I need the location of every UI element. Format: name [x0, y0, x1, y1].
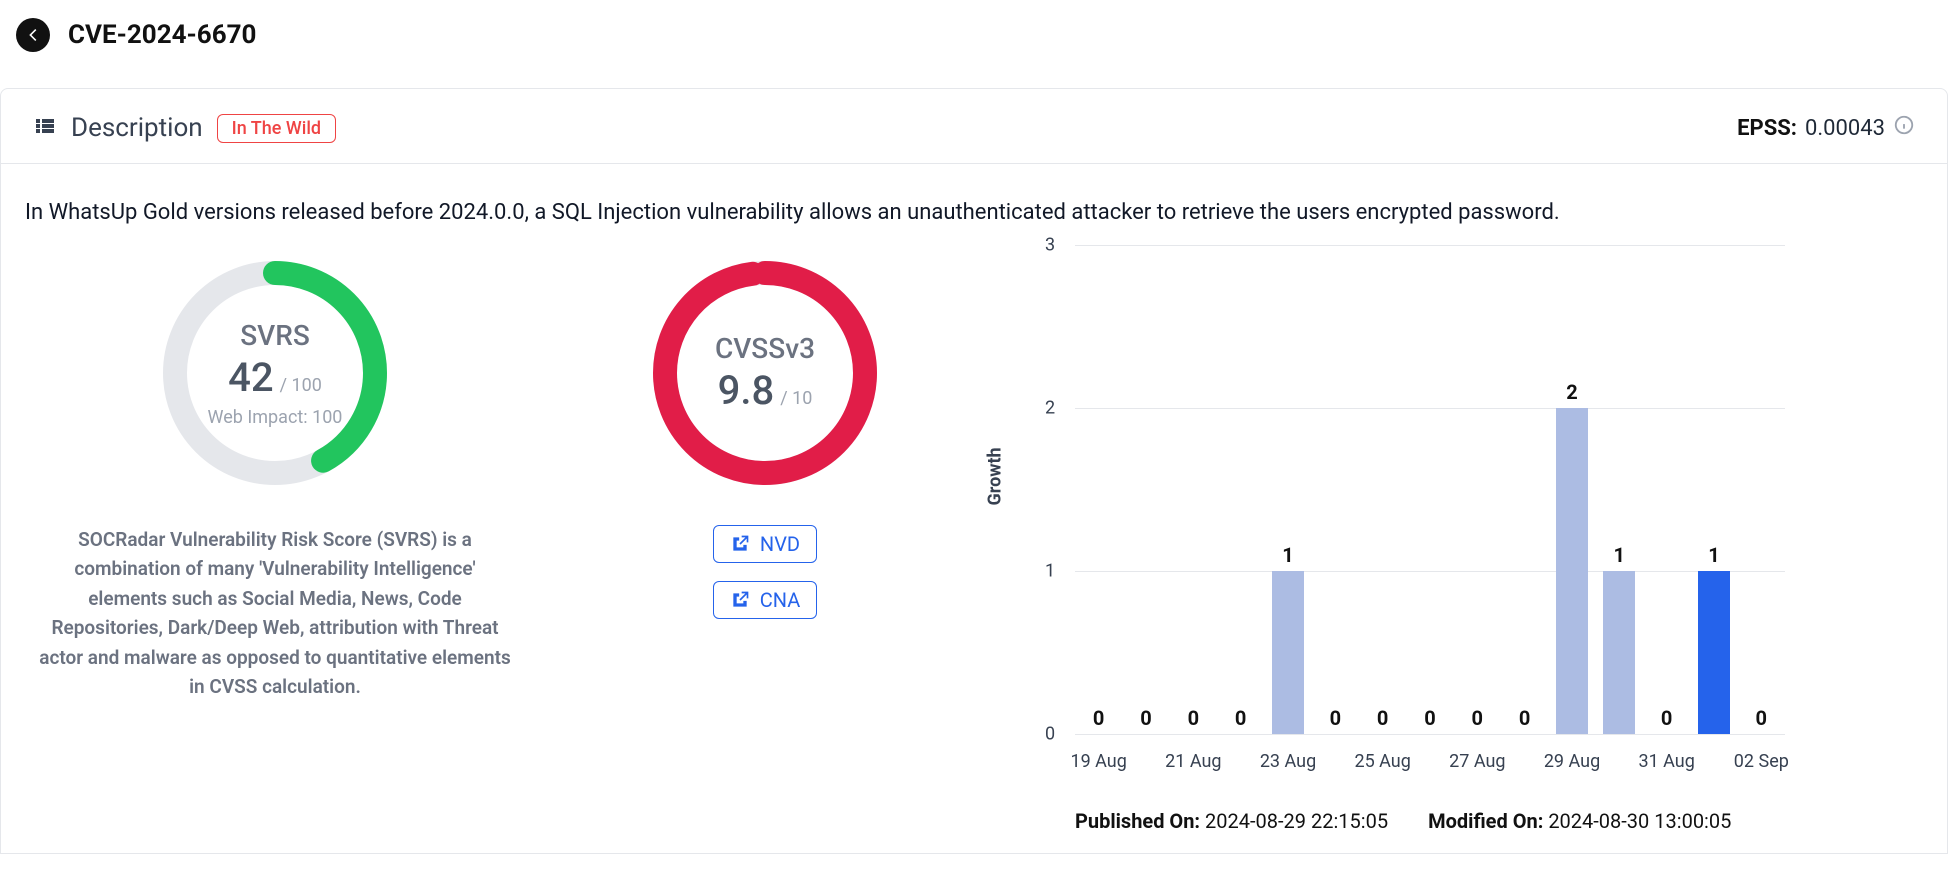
- ytick: 2: [1045, 397, 1055, 418]
- bar-wrap: 0: [1406, 245, 1453, 734]
- bar-value-label: 0: [1188, 706, 1199, 730]
- epss-label: EPSS:: [1737, 116, 1797, 141]
- svrs-blurb: SOCRadar Vulnerability Risk Score (SVRS)…: [35, 525, 515, 702]
- link-label: CNA: [760, 588, 801, 612]
- modified-value: 2024-08-30 13:00:05: [1548, 809, 1731, 833]
- bar-value-label: 0: [1519, 706, 1530, 730]
- cvss-column: CVSSv3 9.8 / 10 NVD CNA: [525, 245, 1005, 619]
- bar-value-label: 2: [1566, 380, 1577, 404]
- bar-wrap: 0: [1359, 245, 1406, 734]
- external-link-icon: [730, 590, 750, 610]
- svrs-denom: / 100: [280, 375, 322, 396]
- cvss-ring: CVSSv3 9.8 / 10: [645, 253, 885, 493]
- ytick: 1: [1045, 560, 1055, 581]
- cvss-denom: / 10: [780, 388, 812, 409]
- growth-chart: Growth 0123000010000021010 19 Aug21 Aug2…: [1005, 245, 1785, 785]
- bar-wrap: 1: [1264, 245, 1311, 734]
- bar-wrap: 0: [1454, 245, 1501, 734]
- section-title: Description: [71, 113, 203, 143]
- modified-label: Modified On:: [1428, 809, 1543, 833]
- bar-value-label: 0: [1472, 706, 1483, 730]
- ytick: 3: [1045, 235, 1055, 256]
- published-label: Published On:: [1075, 809, 1200, 833]
- bar-wrap: 0: [1643, 245, 1690, 734]
- bar-value-label: 0: [1424, 706, 1435, 730]
- arrow-left-icon: [24, 26, 42, 44]
- bar-wrap: 0: [1170, 245, 1217, 734]
- xtick: 02 Sep: [1734, 751, 1789, 772]
- cvss-name: CVSSv3: [715, 332, 815, 365]
- bar-wrap: 0: [1312, 245, 1359, 734]
- bar-value-label: 1: [1614, 543, 1625, 567]
- bar-value-label: 1: [1708, 543, 1719, 567]
- page-title: CVE-2024-6670: [68, 20, 256, 50]
- bar: [1272, 571, 1304, 734]
- xtick: 29 Aug: [1544, 751, 1600, 772]
- in-the-wild-badge: In The Wild: [217, 114, 336, 143]
- bar-value-label: 0: [1756, 706, 1767, 730]
- bar: [1556, 408, 1588, 734]
- ytick: 0: [1045, 724, 1055, 745]
- svrs-score: 42: [228, 354, 273, 401]
- nvd-link[interactable]: NVD: [713, 525, 817, 563]
- bar-wrap: 1: [1596, 245, 1643, 734]
- published-value: 2024-08-29 22:15:05: [1205, 809, 1388, 833]
- bar-value-label: 0: [1235, 706, 1246, 730]
- bar-value-label: 1: [1282, 543, 1293, 567]
- epss-value: 0.00043: [1805, 116, 1885, 141]
- svrs-ring: SVRS 42 / 100 Web Impact: 100: [155, 253, 395, 493]
- external-link-icon: [730, 534, 750, 554]
- svrs-column: SVRS 42 / 100 Web Impact: 100 SOCRadar V…: [25, 245, 525, 702]
- description-card: Description In The Wild EPSS: 0.00043 In…: [0, 88, 1948, 854]
- bar-wrap: 0: [1501, 245, 1548, 734]
- bar-value-label: 0: [1140, 706, 1151, 730]
- xtick: 23 Aug: [1260, 751, 1316, 772]
- card-body: In WhatsUp Gold versions released before…: [1, 164, 1947, 853]
- list-icon: [33, 114, 57, 142]
- info-icon[interactable]: [1893, 114, 1915, 142]
- bar-wrap: 1: [1690, 245, 1737, 734]
- cna-link[interactable]: CNA: [713, 581, 818, 619]
- link-label: NVD: [760, 532, 800, 556]
- topbar: CVE-2024-6670: [0, 0, 1948, 68]
- cvss-score: 9.8: [718, 367, 775, 414]
- bar-value-label: 0: [1330, 706, 1341, 730]
- bar-value-label: 0: [1661, 706, 1672, 730]
- svrs-name: SVRS: [240, 319, 310, 352]
- chart-meta: Published On: 2024-08-29 22:15:05 Modifi…: [1075, 809, 1731, 833]
- bar-value-label: 0: [1377, 706, 1388, 730]
- chart-column: Growth 0123000010000021010 19 Aug21 Aug2…: [1005, 245, 1923, 833]
- xtick: 19 Aug: [1070, 751, 1126, 772]
- bar-value-label: 0: [1093, 706, 1104, 730]
- xtick: 31 Aug: [1638, 751, 1694, 772]
- back-button[interactable]: [16, 18, 50, 52]
- bar-wrap: 0: [1738, 245, 1785, 734]
- xtick: 25 Aug: [1354, 751, 1410, 772]
- svrs-web-impact: Web Impact: 100: [208, 407, 343, 428]
- bar-wrap: 0: [1122, 245, 1169, 734]
- bar-wrap: 2: [1548, 245, 1595, 734]
- cvss-links: NVD CNA: [713, 525, 818, 619]
- card-header: Description In The Wild EPSS: 0.00043: [1, 89, 1947, 164]
- chart-ylabel: Growth: [985, 447, 1006, 505]
- bar: [1698, 571, 1730, 734]
- xtick: 27 Aug: [1449, 751, 1505, 772]
- bar: [1603, 571, 1635, 734]
- xtick: 21 Aug: [1165, 751, 1221, 772]
- bar-wrap: 0: [1217, 245, 1264, 734]
- bar-wrap: 0: [1075, 245, 1122, 734]
- description-text: In WhatsUp Gold versions released before…: [25, 196, 1923, 229]
